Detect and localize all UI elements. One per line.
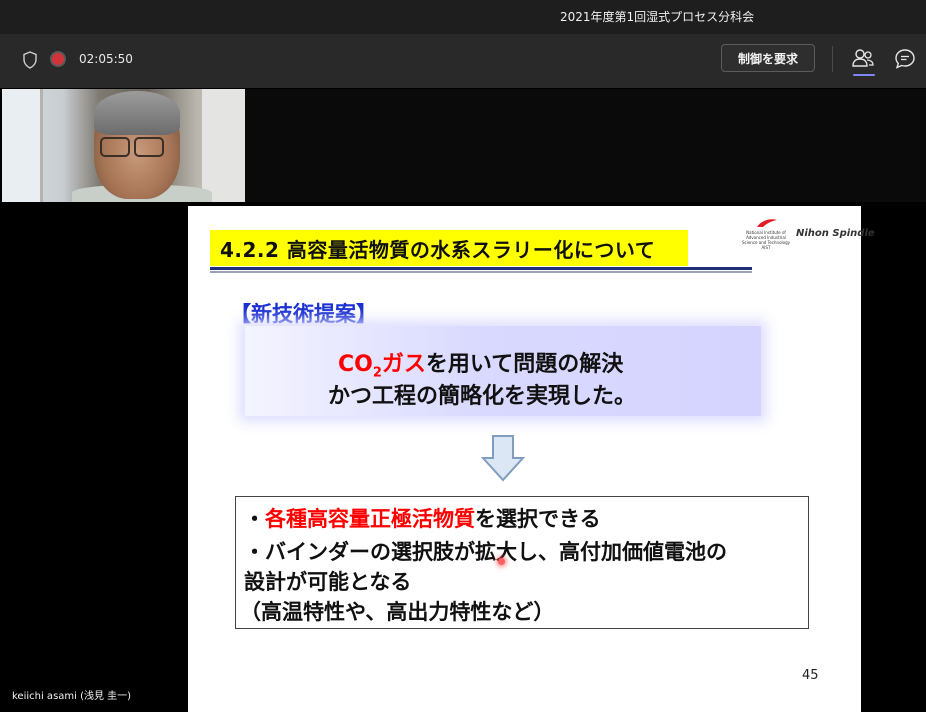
shield-icon[interactable] — [22, 51, 38, 69]
people-icon[interactable] — [850, 46, 876, 72]
window-title: 2021年度第1回湿式プロセス分科会 — [560, 10, 755, 24]
proposal-line-2: かつ工程の簡略化を実現した。 — [328, 384, 637, 409]
shared-slide: 4.2.2 高容量活物質の水系スラリー化について National Instit… — [188, 206, 875, 712]
recording-icon — [52, 53, 64, 65]
chat-icon[interactable] — [893, 47, 917, 71]
result-bullet-2-cont: 設計が可能となる — [244, 570, 412, 594]
meeting-timer: 02:05:50 — [79, 52, 133, 66]
result-bullet-1: ・各種高容量正極活物質を選択できる — [244, 507, 601, 531]
proposal-label: 【新技術提案】 — [230, 302, 377, 326]
teams-meeting-window: 2021年度第1回湿式プロセス分科会 02:05:50 制御を要求 4.2.2 … — [0, 0, 926, 712]
aist-logo-text: National Institute of Advanced Industria… — [742, 230, 790, 250]
meeting-toolbar: 02:05:50 制御を要求 — [0, 34, 926, 88]
toolbar-divider — [832, 46, 833, 72]
slide-title: 4.2.2 高容量活物質の水系スラリー化について — [220, 238, 656, 262]
proposal-line-1: CO2ガスを用いて問題の解決 — [338, 352, 624, 381]
title-underline-shadow — [210, 271, 752, 273]
result-bullet-2-note: （高温特性や、高出力特性など） — [240, 600, 555, 624]
title-underline — [210, 267, 752, 270]
laser-pointer — [498, 558, 505, 565]
result-box: ・各種高容量正極活物質を選択できる ・バインダーの選択肢が拡大し、高付加価値電池… — [235, 496, 809, 629]
aist-logo-mark — [757, 219, 777, 227]
result-bullet-2: ・バインダーの選択肢が拡大し、高付加価値電池の — [244, 540, 727, 564]
nihon-spindle-logo: Nihon Spindle — [796, 228, 875, 239]
participant-video[interactable] — [2, 89, 245, 202]
aist-logo: National Institute of Advanced Industria… — [740, 218, 792, 258]
video-strip-empty — [245, 89, 926, 202]
slide-page-number: 45 — [802, 668, 819, 683]
presenter-name: keiichi asami (浅見 圭一) — [12, 691, 132, 702]
request-control-button[interactable]: 制御を要求 — [721, 44, 815, 72]
title-bar: 2021年度第1回湿式プロセス分科会 — [0, 0, 926, 34]
people-tab-indicator — [853, 74, 875, 76]
down-arrow-icon — [481, 435, 525, 482]
